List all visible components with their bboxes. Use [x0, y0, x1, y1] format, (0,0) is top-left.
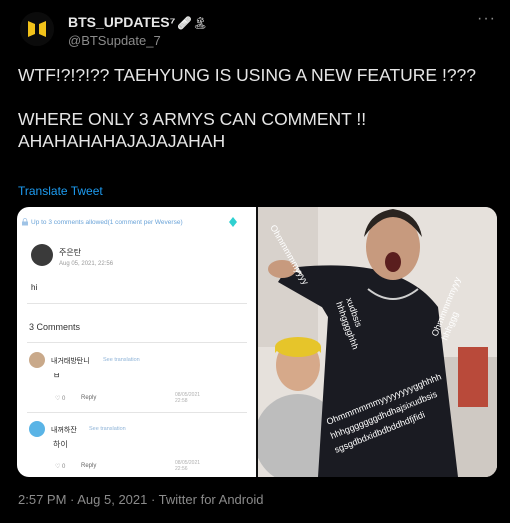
- weverse-icon: [229, 217, 237, 227]
- see-translation-link: See translation: [89, 426, 126, 432]
- like-count: ♡ 0: [55, 396, 66, 402]
- comment-limit-notice: Up to 3 comments allowed(1 comment per W…: [31, 219, 183, 226]
- tweet-media[interactable]: Up to 3 comments allowed(1 comment per W…: [17, 207, 497, 477]
- comment-avatar: [29, 421, 45, 437]
- comment-avatar: [29, 352, 45, 368]
- divider: [27, 303, 247, 304]
- tweet-metadata: 2:57 PM · Aug 5, 2021 · Twitter for Andr…: [18, 492, 264, 507]
- reaction-photo-image: Ohmmmmmyyyy hhhgggghhh xudbsis Ohmmmmmyy…: [258, 207, 497, 477]
- comment-author: 내거태방탄니: [51, 358, 90, 365]
- post-author-avatar: [31, 244, 53, 266]
- comment-author: 내꺼하잔: [51, 427, 77, 434]
- comment-text: 하이: [53, 440, 68, 449]
- translate-tweet-link[interactable]: Translate Tweet: [18, 184, 103, 198]
- like-count: ♡ 0: [55, 464, 66, 470]
- display-name-text: BTS_UPDATES⁷: [68, 14, 176, 30]
- display-name[interactable]: BTS_UPDATES⁷ 🩹🏝: [68, 14, 208, 30]
- reply-link: Reply: [81, 463, 97, 469]
- divider: [27, 412, 247, 413]
- comment-date: 08/05/2021 22:58: [175, 392, 201, 404]
- post-author-name: 주은탄: [59, 248, 82, 257]
- lock-icon: [22, 218, 28, 226]
- comment-text: ㅂ: [53, 371, 61, 380]
- post-text: hi: [31, 283, 38, 292]
- user-handle[interactable]: @BTSupdate_7: [68, 33, 161, 48]
- bts-logo-icon: [20, 12, 54, 46]
- tweet-header: BTS_UPDATES⁷ 🩹🏝 @BTSupdate_7 ···: [20, 10, 500, 52]
- name-emoji: 🩹🏝: [177, 16, 208, 30]
- weverse-screenshot: Up to 3 comments allowed(1 comment per W…: [17, 207, 256, 477]
- post-date: Aug 05, 2021, 22:56: [59, 261, 114, 267]
- see-translation-link: See translation: [103, 357, 140, 363]
- comment-date: 08/05/2021 22:56: [175, 460, 201, 472]
- tweet-text: WTF!?!?!?? TAEHYUNG IS USING A NEW FEATU…: [18, 65, 477, 151]
- divider: [27, 342, 247, 343]
- comments-count: 3 Comments: [29, 322, 81, 332]
- reaction-photo: Ohmmmmmyyyy hhhgggghhh xudbsis Ohmmmmmyy…: [258, 207, 497, 477]
- more-horizontal-icon[interactable]: ···: [477, 10, 496, 28]
- reply-link: Reply: [81, 395, 97, 401]
- profile-avatar[interactable]: [20, 12, 54, 46]
